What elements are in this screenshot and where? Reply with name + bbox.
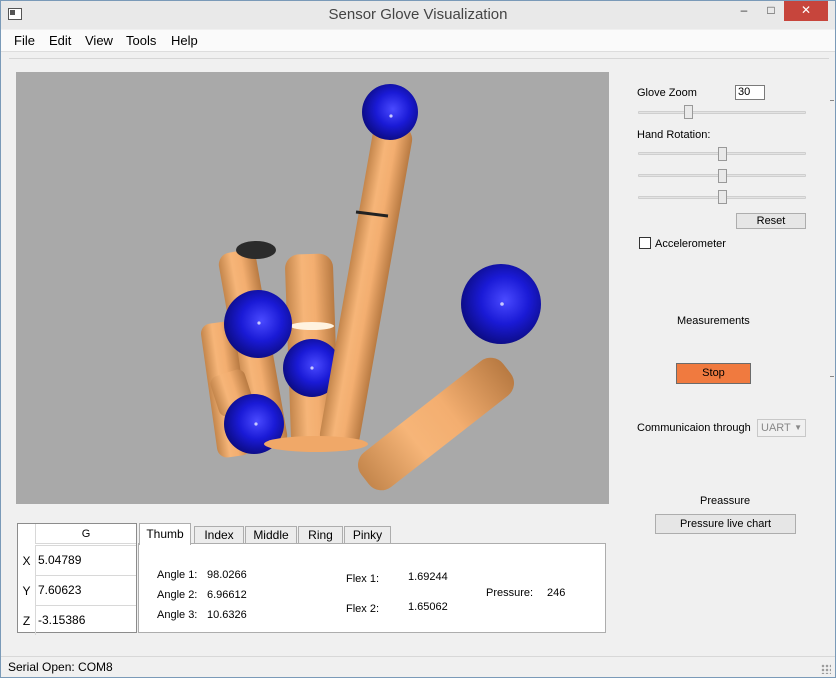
angle2-label: Angle 2: xyxy=(157,589,198,601)
g-table: G X 5.04789 Y 7.60623 Z -3.15386 xyxy=(17,523,137,635)
g-row-x-axis: X xyxy=(22,554,31,568)
menu-tools[interactable]: Tools xyxy=(126,33,156,48)
window-title: Sensor Glove Visualization xyxy=(328,6,508,23)
flex2-label: Flex 2: xyxy=(346,603,380,615)
edge-marker xyxy=(830,100,834,101)
maximize-button[interactable]: □ xyxy=(758,1,784,21)
pressure-section-label: Preassure xyxy=(700,495,751,507)
main-window: Sensor Glove Visualization – □ ✕ File Ed… xyxy=(0,0,836,678)
tab-middle[interactable]: Middle xyxy=(245,526,297,544)
angle1-label: Angle 1: xyxy=(157,569,198,581)
g-row-y-value: 7.60623 xyxy=(35,575,136,605)
rotation-y-slider[interactable] xyxy=(717,169,727,183)
title-bar: Sensor Glove Visualization – □ ✕ xyxy=(1,1,835,29)
g-row-x-value: 5.04789 xyxy=(35,545,136,575)
menu-file[interactable]: File xyxy=(14,33,35,48)
angle2-value: 6.96612 xyxy=(207,589,247,601)
angle1-value: 98.0266 xyxy=(207,569,247,581)
menu-help[interactable]: Help xyxy=(171,33,198,48)
communication-select[interactable]: UART ▼ xyxy=(757,419,806,437)
menu-bar: File Edit View Tools Help xyxy=(1,30,835,52)
index-tip-joint xyxy=(362,84,418,140)
tab-thumb[interactable]: Thumb xyxy=(139,523,191,545)
angle3-label: Angle 3: xyxy=(157,609,198,621)
g-row-z-axis: Z xyxy=(22,614,31,628)
g-row-z-value: -3.15386 xyxy=(35,605,136,635)
palm-base xyxy=(264,436,368,452)
communication-label: Communicaion through xyxy=(637,422,751,434)
accelerometer-label: Accelerometer xyxy=(655,238,726,250)
measurements-label: Measurements xyxy=(677,315,750,327)
status-bar: Serial Open: COM8 xyxy=(1,656,835,677)
pressure-label: Pressure: xyxy=(486,587,534,599)
flex1-label: Flex 1: xyxy=(346,573,380,585)
glove-zoom-label: Glove Zoom xyxy=(637,87,697,99)
hand-render xyxy=(200,84,541,491)
resize-grip-icon[interactable] xyxy=(821,664,831,674)
accelerometer-checkbox[interactable] xyxy=(639,237,651,249)
menu-edit[interactable]: Edit xyxy=(49,33,71,48)
thumb-tab-panel: Angle 1: 98.0266 Angle 2: 6.96612 Angle … xyxy=(138,543,606,633)
hand-3d-viewport[interactable] xyxy=(16,72,609,504)
hand-rotation-label: Hand Rotation: xyxy=(637,129,711,141)
flex1-value: 1.69244 xyxy=(408,571,448,583)
close-button[interactable]: ✕ xyxy=(784,1,828,21)
edge-marker xyxy=(830,376,834,377)
angle3-value: 10.6326 xyxy=(207,609,247,621)
rotation-x-slider[interactable] xyxy=(717,147,727,161)
stop-button[interactable]: Stop xyxy=(676,363,751,384)
g-row-y-axis: Y xyxy=(22,584,31,598)
menu-view[interactable]: View xyxy=(85,33,113,48)
tab-pinky[interactable]: Pinky xyxy=(344,526,391,544)
rotation-z-slider[interactable] xyxy=(717,190,727,204)
minimize-button[interactable]: – xyxy=(731,1,757,21)
flex2-value: 1.65062 xyxy=(408,601,448,613)
communication-select-value: UART xyxy=(761,422,791,434)
glove-zoom-slider[interactable] xyxy=(683,105,693,119)
reset-button[interactable]: Reset xyxy=(736,213,806,229)
toolbar-separator xyxy=(9,58,829,59)
status-text: Serial Open: COM8 xyxy=(8,660,113,674)
tab-index[interactable]: Index xyxy=(194,526,244,544)
pressure-live-chart-button[interactable]: Pressure live chart xyxy=(655,514,796,534)
glove-zoom-slider-track xyxy=(638,111,806,114)
tab-ring[interactable]: Ring xyxy=(298,526,343,544)
chevron-down-icon: ▼ xyxy=(794,423,802,432)
glove-zoom-input[interactable]: 30 xyxy=(735,85,765,100)
pressure-value: 246 xyxy=(547,587,566,599)
g-table-header: G xyxy=(35,524,136,544)
